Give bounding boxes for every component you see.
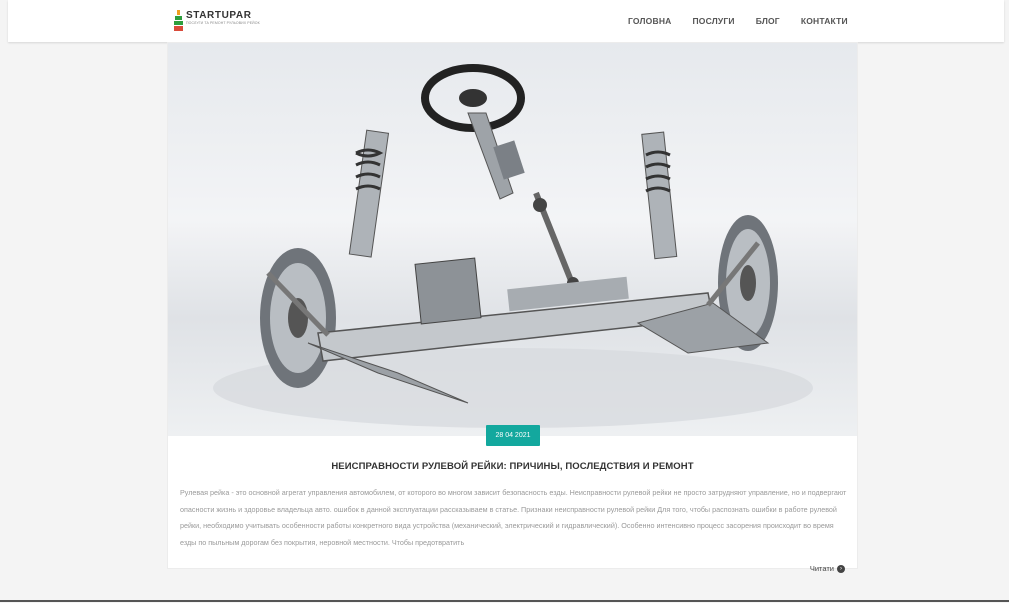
main-nav: ГОЛОВНА ПОСЛУГИ БЛОГ КОНТАКТИ: [628, 16, 848, 26]
nav-item-services[interactable]: ПОСЛУГИ: [693, 16, 735, 26]
post-image[interactable]: [168, 43, 857, 436]
post-title[interactable]: НЕИСПРАВНОСТИ РУЛЕВОЙ РЕЙКИ: ПРИЧИНЫ, ПО…: [168, 461, 857, 472]
steering-rack-illustration: [213, 64, 813, 428]
nav-item-contacts[interactable]: КОНТАКТИ: [801, 16, 848, 26]
blog-post-card: 28 04 2021 НЕИСПРАВНОСТИ РУЛЕВОЙ РЕЙКИ: …: [167, 42, 858, 573]
read-more-link[interactable]: Читати ›: [810, 564, 845, 573]
logo-name: STARTUPAR: [186, 10, 252, 21]
post-date-badge: 28 04 2021: [486, 425, 540, 446]
post-excerpt: Рулевая рейка - это основной агрегат упр…: [180, 488, 847, 547]
nav-item-home[interactable]: ГОЛОВНА: [628, 16, 672, 26]
site-logo[interactable]: STARTUPAR ПОСЛУГИ ТА РЕМОНТ РУЛЬОВИХ РЕЙ…: [174, 10, 294, 34]
nav-item-blog[interactable]: БЛОГ: [756, 16, 780, 26]
site-header: STARTUPAR ПОСЛУГИ ТА РЕМОНТ РУЛЬОВИХ РЕЙ…: [8, 0, 1004, 42]
logo-mark-icon: [174, 10, 183, 31]
footer-divider: [0, 600, 1009, 602]
logo-tagline: ПОСЛУГИ ТА РЕМОНТ РУЛЬОВИХ РЕЙОК: [186, 21, 260, 25]
read-more-label: Читати: [809, 564, 834, 573]
arrow-right-circle-icon: ›: [837, 564, 845, 573]
